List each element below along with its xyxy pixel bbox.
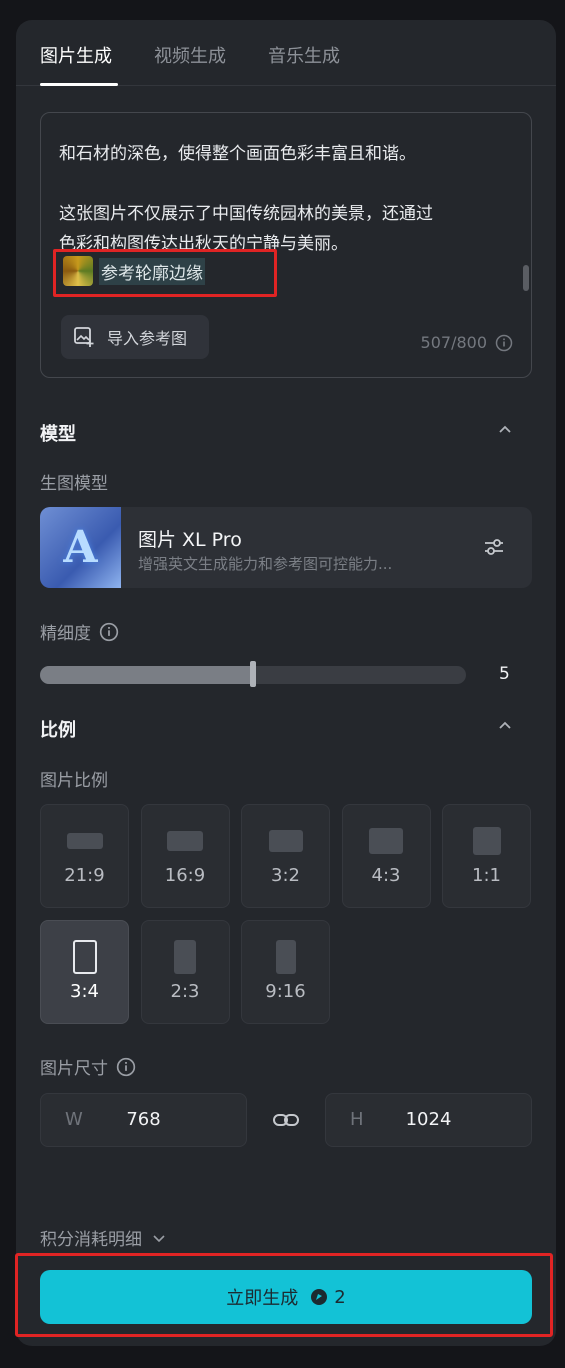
highlight-box-reference <box>53 249 277 297</box>
model-sub-label: 生图模型 <box>40 474 108 494</box>
size-label-row: 图片尺寸 <box>40 1054 136 1079</box>
prompt-textarea[interactable]: 和石材的深色，使得整个画面色彩丰富且和谐。 这张图片不仅展示了中国传统园林的美景… <box>40 112 532 378</box>
info-icon[interactable] <box>99 622 119 642</box>
ratio-4-3-option[interactable]: 4:3 <box>341 804 431 908</box>
ratio-16-9-option[interactable]: 16:9 <box>140 804 230 908</box>
ratio-3-2-option[interactable]: 3:2 <box>241 804 330 908</box>
tab-bar: 图片生成 视频生成 音乐生成 <box>16 20 556 86</box>
import-reference-label: 导入参考图 <box>107 329 188 348</box>
model-description: 增强英文生成能力和参考图可控能力... <box>138 555 393 573</box>
ratio-21-9-option[interactable]: 21:9 <box>40 804 129 908</box>
ratio-2-3-option[interactable]: 2:3 <box>140 920 230 1024</box>
ratio-label: 1:1 <box>472 865 501 886</box>
tab-video-generation[interactable]: 视频生成 <box>154 42 226 68</box>
cost-details-label: 积分消耗明细 <box>40 1230 142 1250</box>
highlight-box-generate <box>15 1253 553 1337</box>
model-name: 图片 XL Pro <box>138 529 242 551</box>
prompt-line <box>59 169 507 199</box>
settings-sliders-icon[interactable] <box>482 535 506 559</box>
ratio-shape-icon <box>66 833 103 849</box>
info-icon[interactable] <box>495 334 513 352</box>
image-add-icon <box>74 327 94 347</box>
ratio-shape-icon <box>275 940 296 974</box>
ratio-1-1-option[interactable]: 1:1 <box>442 804 531 908</box>
ratio-9-16-option[interactable]: 9:16 <box>241 920 330 1024</box>
model-card[interactable]: A 图片 XL Pro 增强英文生成能力和参考图可控能力... <box>40 507 532 588</box>
chevron-up-icon[interactable] <box>497 422 513 438</box>
active-tab-indicator <box>40 83 118 86</box>
detail-slider-fill <box>40 666 253 684</box>
detail-label-row: 精细度 <box>40 619 119 644</box>
ratio-label: 2:3 <box>170 981 200 1002</box>
char-counter: 507/800 <box>421 333 513 352</box>
tab-image-generation[interactable]: 图片生成 <box>40 42 112 68</box>
cost-details-toggle[interactable]: 积分消耗明细 <box>40 1225 166 1250</box>
model-thumbnail: A <box>40 507 121 588</box>
detail-slider-handle[interactable] <box>250 661 256 687</box>
width-value: 768 <box>126 1109 161 1130</box>
generation-panel: 图片生成 视频生成 音乐生成 和石材的深色，使得整个画面色彩丰富且和谐。 这张图… <box>16 20 556 1346</box>
ratio-label: 4:3 <box>371 865 401 886</box>
detail-label: 精细度 <box>40 624 91 644</box>
char-counter-text: 507/800 <box>420 333 487 352</box>
ratio-3-4-option[interactable]: 3:4 <box>40 920 129 1024</box>
link-icon[interactable] <box>272 1108 300 1132</box>
prompt-scrollbar[interactable] <box>523 265 529 291</box>
ratio-shape-icon <box>174 940 196 974</box>
tab-music-generation[interactable]: 音乐生成 <box>268 42 340 68</box>
model-section-title: 模型 <box>40 424 76 445</box>
ratio-shape-icon <box>167 831 203 851</box>
prompt-line: 这张图片不仅展示了中国传统园林的美景，还通过 <box>59 204 433 224</box>
prompt-line: 和石材的深色，使得整个画面色彩丰富且和谐。 <box>59 144 416 164</box>
ratio-section-title: 比例 <box>40 720 76 741</box>
ratio-sub-label: 图片比例 <box>40 771 108 791</box>
ratio-label: 16:9 <box>164 865 206 886</box>
size-label: 图片尺寸 <box>40 1059 108 1079</box>
ratio-label: 3:4 <box>70 981 99 1002</box>
detail-value: 5 <box>499 664 510 684</box>
ratio-shape-icon <box>72 940 97 974</box>
height-input[interactable]: H 1024 <box>325 1093 532 1147</box>
ratio-shape-icon <box>268 830 303 852</box>
chevron-up-icon[interactable] <box>497 718 513 734</box>
model-thumbnail-letter: A <box>63 522 98 573</box>
import-reference-button[interactable]: 导入参考图 <box>61 315 209 359</box>
height-value: 1024 <box>405 1109 452 1130</box>
ratio-label: 3:2 <box>271 865 300 886</box>
ratio-label: 21:9 <box>64 865 105 886</box>
width-input[interactable]: W 768 <box>40 1093 247 1147</box>
chevron-down-icon <box>153 1234 165 1242</box>
info-icon[interactable] <box>116 1057 136 1077</box>
ratio-shape-icon <box>472 827 501 855</box>
prompt-text: 和石材的深色，使得整个画面色彩丰富且和谐。 这张图片不仅展示了中国传统园林的美景… <box>59 139 507 259</box>
ratio-label: 9:16 <box>265 981 306 1002</box>
ratio-shape-icon <box>369 828 403 854</box>
